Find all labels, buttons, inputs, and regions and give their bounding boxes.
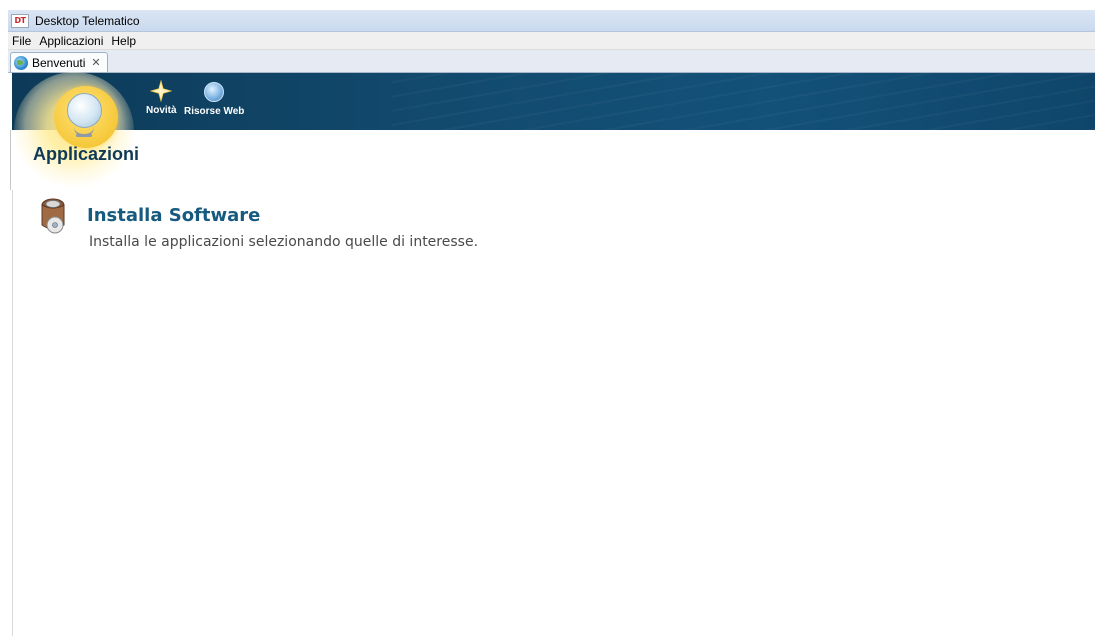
globe-base <box>76 134 92 137</box>
install-software-description: Installa le applicazioni selezionando qu… <box>89 234 479 250</box>
tab-label: Benvenuti <box>32 55 86 70</box>
app-logo-icon: DT <box>11 13 29 28</box>
close-icon[interactable]: ✕ <box>91 56 100 69</box>
window-frame <box>0 0 1095 10</box>
software-package-icon[interactable] <box>35 195 71 237</box>
menu-help[interactable]: Help <box>107 34 140 48</box>
tab-benvenuti[interactable]: Benvenuti ✕ <box>10 52 108 72</box>
tab-strip: Benvenuti ✕ <box>8 50 1095 73</box>
globe-icon <box>14 55 28 70</box>
star-icon <box>150 80 173 102</box>
desk-globe-icon <box>67 93 102 128</box>
page-title: Applicazioni <box>33 144 140 164</box>
title-bar: DT Desktop Telematico <box>8 10 1095 32</box>
install-software-link[interactable]: Installa Software <box>87 205 260 226</box>
nav-risorse-web-label: Risorse Web <box>184 106 245 117</box>
menu-bar: File Applicazioni Help <box>8 32 1095 50</box>
nav-novita[interactable]: Novità <box>146 80 177 116</box>
content-left-border <box>12 190 13 636</box>
nav-risorse-web[interactable]: Risorse Web <box>184 80 244 117</box>
menu-file[interactable]: File <box>8 34 35 48</box>
nav-novita-label: Novità <box>146 105 177 116</box>
web-icon <box>204 82 225 102</box>
divider <box>10 130 11 190</box>
menu-applicazioni[interactable]: Applicazioni <box>35 34 107 48</box>
app-window: DT Desktop Telematico File Applicazioni … <box>0 0 1095 636</box>
window-title: Desktop Telematico <box>35 13 140 28</box>
